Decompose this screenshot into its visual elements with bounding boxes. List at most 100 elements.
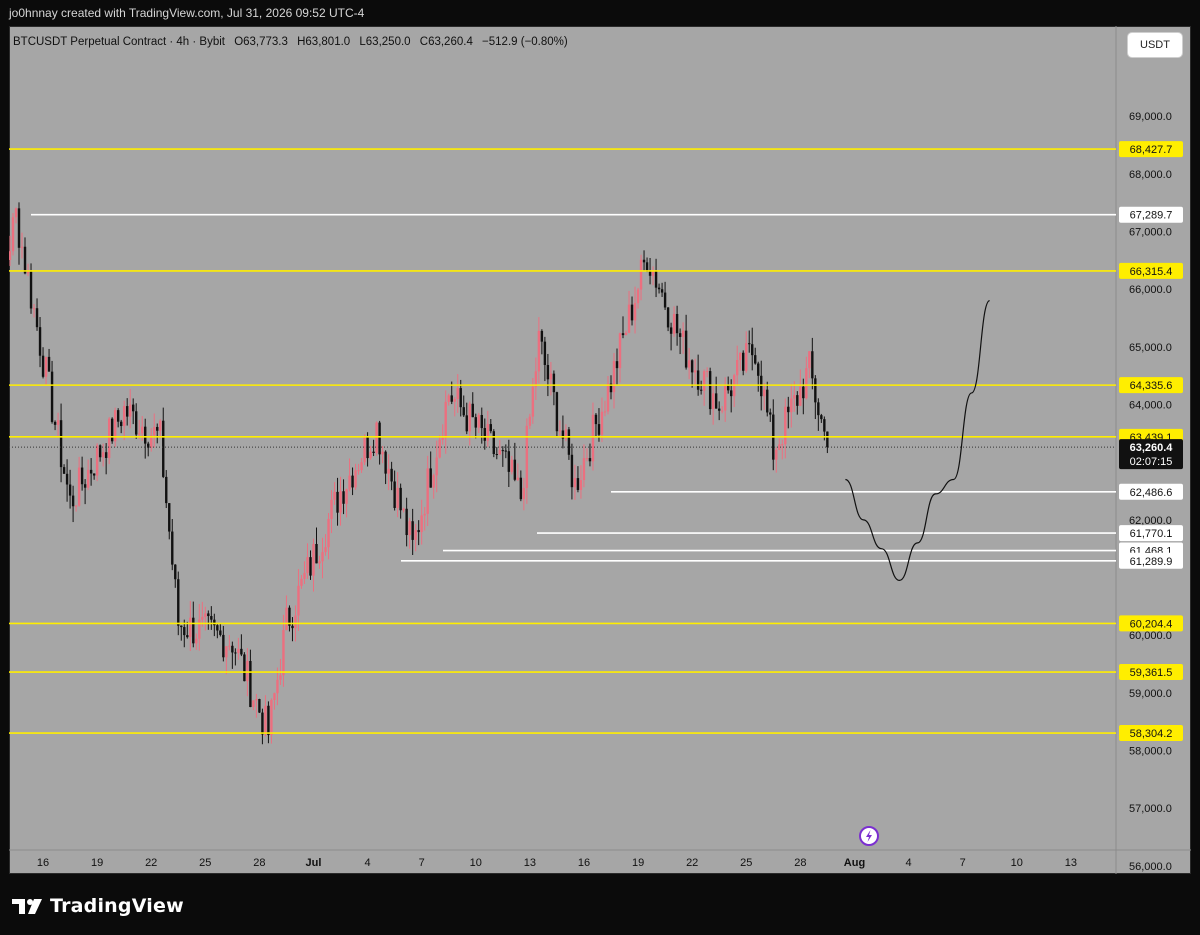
candle-body: [636, 289, 640, 304]
candle-body: [162, 420, 165, 477]
x-tick-label: 28: [794, 857, 806, 869]
x-tick-label: 22: [686, 857, 698, 869]
candle-body: [408, 521, 411, 536]
candle-body: [585, 458, 589, 460]
candle-body: [633, 303, 637, 321]
candle-body: [168, 503, 171, 532]
candle-body: [817, 402, 820, 416]
y-tick-label: 69,000.0: [1129, 111, 1172, 123]
candle-body: [504, 450, 508, 452]
white-level-label: 61,289.9: [1130, 556, 1173, 568]
candle-body: [624, 332, 628, 336]
candle-body: [802, 386, 805, 399]
alert-lightning-icon[interactable]: [859, 826, 879, 846]
candle-body: [784, 406, 787, 445]
author-credit: jo0hnnay created with TradingView.com, J…: [9, 6, 365, 20]
candle-body: [417, 530, 420, 533]
candle-body: [381, 451, 384, 455]
candle-body: [65, 473, 69, 485]
legend-open: O63,773.3: [234, 36, 288, 48]
axis-separators: [9, 26, 1191, 874]
candle-body: [312, 543, 315, 576]
candle-body: [32, 308, 36, 310]
candle-body: [540, 330, 544, 342]
projection-layer: [845, 300, 991, 582]
candle-body: [348, 475, 351, 490]
candle-body: [354, 470, 357, 488]
candle-body: [219, 630, 222, 635]
y-tick-label: 59,000.0: [1129, 688, 1172, 700]
candle-body: [201, 616, 204, 620]
white-level-label: 61,770.1: [1130, 528, 1173, 540]
y-tick-label: 62,000.0: [1129, 515, 1172, 527]
candle-body: [486, 424, 489, 441]
candle-body: [459, 388, 462, 408]
candle-body: [369, 451, 372, 459]
candle-body: [306, 557, 309, 573]
candle-body: [351, 475, 354, 488]
candle-body: [171, 531, 174, 565]
candle-body: [525, 425, 529, 488]
legend-close: C63,260.4: [420, 36, 474, 48]
candle-body: [59, 420, 63, 468]
candle-body: [826, 431, 829, 448]
candle-body: [363, 436, 366, 463]
candle-body: [261, 712, 264, 735]
candle-body: [790, 398, 793, 413]
candle-body: [570, 454, 574, 488]
candle-body: [50, 371, 54, 422]
candle-body: [699, 389, 703, 391]
candle-body: [237, 648, 240, 653]
candle-body: [567, 429, 571, 455]
x-tick-label: 13: [1065, 857, 1077, 869]
x-tick-label: 10: [470, 857, 482, 869]
candle-body: [582, 458, 586, 481]
tradingview-logo: TradingView: [12, 895, 184, 917]
candle-body: [714, 393, 718, 409]
x-tick-label: 13: [524, 857, 536, 869]
candle-body: [110, 418, 114, 442]
candle-body: [426, 468, 429, 514]
candle-body: [396, 487, 399, 508]
candle-body: [56, 420, 60, 425]
candle-body: [805, 368, 808, 399]
candle-body: [546, 364, 550, 380]
candle-body: [107, 418, 111, 458]
yellow-level-label: 64,335.6: [1130, 380, 1173, 392]
candle-body: [89, 469, 93, 474]
candle-body: [489, 424, 492, 432]
candle-body: [468, 403, 471, 432]
candle-body: [131, 404, 135, 412]
candle-body: [128, 404, 132, 417]
candle-body: [552, 373, 556, 393]
x-tick-label: 10: [1011, 857, 1023, 869]
candle-body: [74, 505, 78, 507]
candle-body: [291, 625, 294, 629]
currency-button[interactable]: USDT: [1128, 33, 1182, 57]
candle-body: [285, 607, 288, 631]
candle-body: [438, 439, 441, 458]
candle-body: [579, 480, 583, 490]
candle-body: [696, 370, 700, 390]
candle-body: [243, 654, 246, 682]
candle-body: [513, 459, 517, 480]
candle-body: [627, 304, 631, 333]
legend-change: −512.9 (−0.80%): [482, 36, 568, 48]
candle-body: [669, 327, 673, 334]
candle-body: [576, 478, 580, 490]
candle-body: [333, 491, 336, 500]
candle-body: [726, 385, 730, 391]
candle-body: [600, 411, 604, 435]
candle-body: [522, 487, 526, 500]
candle-body: [444, 401, 447, 438]
candle-body: [480, 414, 483, 429]
candle-body: [757, 363, 760, 376]
price-chart[interactable]: 69,000.0 68,000.0 67,000.0 66,000.0 65,000.0…: [9, 26, 1191, 874]
candle-body: [104, 452, 108, 458]
candle-body: [760, 375, 763, 397]
candle-body: [702, 371, 706, 391]
candle-body: [678, 333, 682, 337]
yellow-level-label: 58,304.2: [1130, 728, 1173, 740]
candle-body: [823, 419, 826, 432]
candle-body: [41, 355, 45, 377]
